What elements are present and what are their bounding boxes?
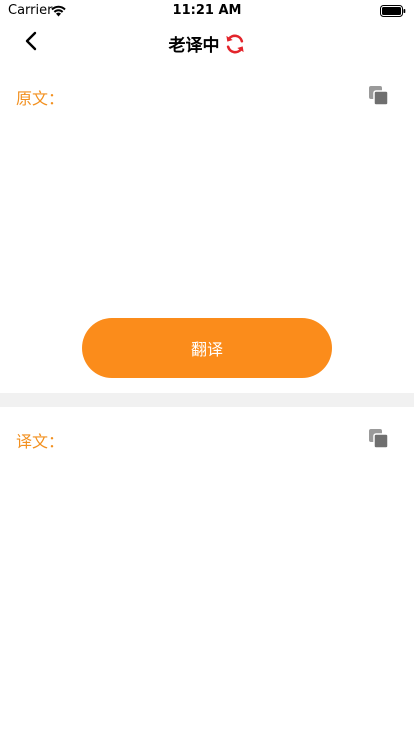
refresh-icon[interactable] — [224, 33, 246, 55]
result-text — [16, 460, 398, 720]
copy-result-button[interactable] — [367, 427, 391, 451]
status-bar: Carrier 11:21 AM — [0, 0, 414, 22]
copy-source-button[interactable] — [367, 84, 391, 108]
nav-title-group: 老译中 — [0, 31, 414, 56]
source-label: 原文： — [16, 89, 65, 108]
translate-button[interactable]: 翻译 — [82, 318, 332, 378]
battery-icon — [380, 5, 406, 17]
result-label: 译文： — [16, 432, 65, 451]
clock: 11:21 AM — [172, 3, 242, 18]
navigation-bar: 老译中 — [0, 22, 414, 66]
source-text-input[interactable] — [16, 112, 402, 306]
page-title: 老译中 — [168, 36, 220, 56]
translate-button-label: 翻译 — [190, 340, 223, 359]
section-divider — [0, 393, 414, 407]
